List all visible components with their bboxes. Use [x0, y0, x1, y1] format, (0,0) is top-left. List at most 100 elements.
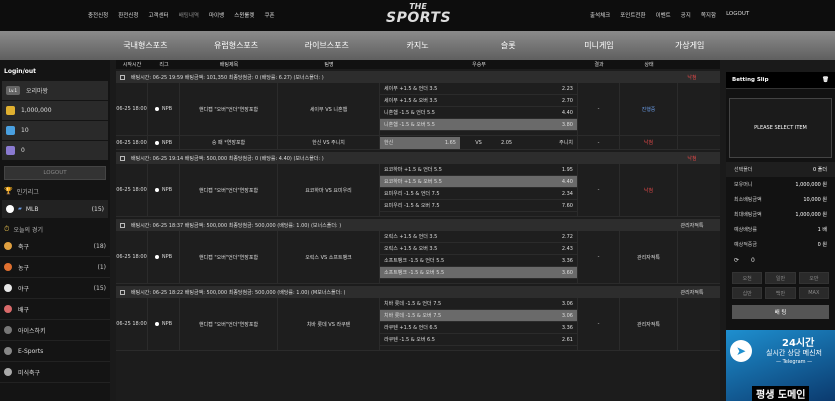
quick-amount-button[interactable]: 오만 — [798, 272, 829, 284]
site-logo[interactable]: THE SPORTS — [386, 3, 451, 26]
quick-amount-button[interactable]: 일만 — [765, 272, 796, 284]
menu-item[interactable]: 라이브스포츠 — [281, 31, 372, 60]
sport-item[interactable]: 아이스하키 — [0, 320, 110, 341]
top-nav-item[interactable]: 배팅내역 — [179, 11, 199, 19]
league-badge: NPB — [154, 321, 172, 327]
option-name: 치바 롯데 -1.5 & 언더 7.5 — [384, 301, 442, 307]
league: NPB — [148, 164, 180, 216]
bet-status: 낙첨 — [687, 155, 697, 162]
home-option[interactable]: 한신 1.65 — [380, 136, 460, 149]
odds-option[interactable]: 요미우리 -1.5 & 오버 7.5 7.60 — [380, 200, 577, 212]
result: - — [578, 83, 620, 135]
place-bet-button[interactable]: 배 팅 — [732, 305, 829, 319]
account-row: 10 — [2, 121, 108, 140]
odds-option[interactable]: 요코하마 +1.5 & 언더 5.5 1.95 — [380, 164, 577, 176]
menu-label: 슬롯 — [500, 41, 516, 50]
menu-item[interactable]: 슬롯 — [463, 31, 554, 60]
result: - — [578, 136, 620, 149]
top-nav-item[interactable]: 환전신청 — [118, 11, 138, 19]
league-badge: NPB — [154, 254, 172, 260]
result: - — [578, 298, 620, 350]
clock-icon: ⏱ — [4, 224, 10, 233]
checkbox[interactable] — [120, 155, 125, 161]
quick-amount-button[interactable]: MAX — [798, 287, 829, 299]
status: 관리자적특 — [620, 298, 678, 350]
odds-option[interactable]: 치바 롯데 -1.5 & 언더 7.5 3.06 — [380, 298, 577, 310]
odds-option[interactable]: 소프트뱅크 -1.5 & 오버 5.5 3.60 — [380, 267, 577, 279]
away-odds: 2.05 — [500, 139, 513, 146]
menu-item[interactable]: 국내형스포츠 — [100, 31, 191, 60]
quick-amount-button[interactable]: 십만 — [732, 287, 763, 299]
top-nav-item[interactable]: 공지 — [681, 11, 691, 19]
option-name: 니혼햄 -1.5 & 언더 5.5 — [384, 110, 435, 116]
start-time: 06-25 18:00 — [116, 298, 148, 350]
top-nav-item[interactable]: 쪽지함 — [701, 11, 716, 19]
menu-item[interactable]: 가상게임 — [644, 31, 735, 60]
odds-option[interactable]: 세이부 +1.5 & 언더 3.5 2.23 — [380, 83, 577, 95]
sport-item[interactable]: E-Sports — [0, 341, 110, 362]
menu-item[interactable]: 미니게임 — [554, 31, 645, 60]
top-nav-item[interactable]: 고객센터 — [149, 11, 169, 19]
sport-item[interactable]: 농구 (1) — [0, 257, 110, 278]
top-nav-item[interactable]: 충전신청 — [88, 11, 108, 19]
top-nav-item[interactable]: 쿠폰 — [264, 11, 274, 19]
top-nav-item[interactable]: 포인트전환 — [620, 11, 645, 19]
odds-option[interactable]: 세이부 +1.5 & 오버 3.5 2.70 — [380, 95, 577, 107]
top-nav-item[interactable]: 스윈룰렛 — [234, 11, 254, 19]
trash-icon[interactable]: 🗑 — [822, 77, 829, 83]
sport-item[interactable]: 축구 (18) — [0, 236, 110, 257]
league-item-mlb[interactable]: ▰ MLB (15) — [2, 200, 108, 218]
team-names: 세이부 VS 니혼햄 — [278, 83, 380, 135]
odds-option[interactable]: 라쿠텐 -1.5 & 오버 6.5 2.61 — [380, 334, 577, 346]
account-coin-icon — [6, 106, 15, 115]
sport-icon — [4, 347, 12, 355]
sport-count: (1) — [97, 263, 107, 271]
sport-name: 축구 — [18, 243, 30, 251]
league-count: (15) — [91, 205, 104, 213]
menu-item[interactable]: 카지노 — [372, 31, 463, 60]
odds-option[interactable]: 니혼햄 -1.5 & 오버 5.5 3.80 — [380, 119, 577, 131]
status: 낙첨 — [620, 136, 678, 149]
odds-option[interactable]: 오릭스 +1.5 & 오버 3.5 2.43 — [380, 243, 577, 255]
line-value: 1,000,000 원 — [795, 182, 827, 188]
quick-amount-button[interactable]: 오천 — [732, 272, 763, 284]
checkbox[interactable] — [120, 289, 125, 295]
start-time: 06-25 18:00 — [116, 136, 148, 149]
top-nav-item[interactable]: 출석체크 — [590, 11, 610, 19]
line-value: 1 배 — [817, 227, 827, 233]
league-name: NPB — [161, 187, 173, 193]
away-option[interactable]: 2.05 주니치 — [497, 137, 577, 149]
odds-option[interactable]: 오릭스 +1.5 & 언더 3.5 2.72 — [380, 231, 577, 243]
odds-option[interactable]: 니혼햄 -1.5 & 언더 5.5 4.40 — [380, 107, 577, 119]
sport-name: 농구 — [18, 264, 30, 272]
top-nav-item[interactable]: 마이뱅 — [209, 11, 224, 19]
betslip-title: Betting Slip — [732, 77, 769, 83]
checkbox[interactable] — [120, 222, 125, 228]
checkbox[interactable] — [120, 74, 125, 80]
header-cell: 리그 — [159, 62, 169, 68]
odds-option[interactable]: 라쿠텐 +1.5 & 언더 6.5 3.36 — [380, 322, 577, 334]
sport-item[interactable]: 배구 — [0, 299, 110, 320]
refresh-icon[interactable]: ⟳ — [734, 257, 739, 264]
promo-subtitle: 실시간 상담 메신저 — [766, 349, 822, 357]
sport-item[interactable]: 야구 (15) — [0, 278, 110, 299]
odds-option[interactable]: 소프트뱅크 -1.5 & 언더 5.5 3.36 — [380, 255, 577, 267]
odds-option[interactable]: 치바 롯데 -1.5 & 오버 7.5 3.06 — [380, 310, 577, 322]
menu-item[interactable]: 유럽형스포츠 — [191, 31, 282, 60]
top-nav-item[interactable]: 이벤트 — [656, 11, 671, 19]
odds-option[interactable]: 요미우리 -1.5 & 언더 7.5 2.34 — [380, 188, 577, 200]
league: NPB — [148, 298, 180, 350]
telegram-promo[interactable]: ➤ 24시간 실시간 상담 메신저 — Telegram — 평생 도메인 — [726, 330, 835, 401]
header-cell: 배팅제목 — [219, 62, 239, 68]
option-odds: 4.40 — [561, 178, 573, 185]
league: NPB — [148, 231, 180, 283]
start-time: 06-25 18:00 — [116, 164, 148, 216]
odds-option[interactable]: 요코하마 +1.5 & 오버 5.5 4.40 — [380, 176, 577, 188]
top-nav-item[interactable]: LOGOUT — [726, 11, 749, 19]
quick-amount-button[interactable]: 백만 — [765, 287, 796, 299]
logout-button[interactable]: LOGOUT — [4, 166, 106, 180]
line-value: 0 폴더 — [813, 167, 827, 173]
sport-item[interactable]: 미식축구 — [0, 362, 110, 383]
league-icon — [154, 140, 159, 145]
bet-amount-input[interactable]: ⟳ 0 — [726, 252, 835, 268]
